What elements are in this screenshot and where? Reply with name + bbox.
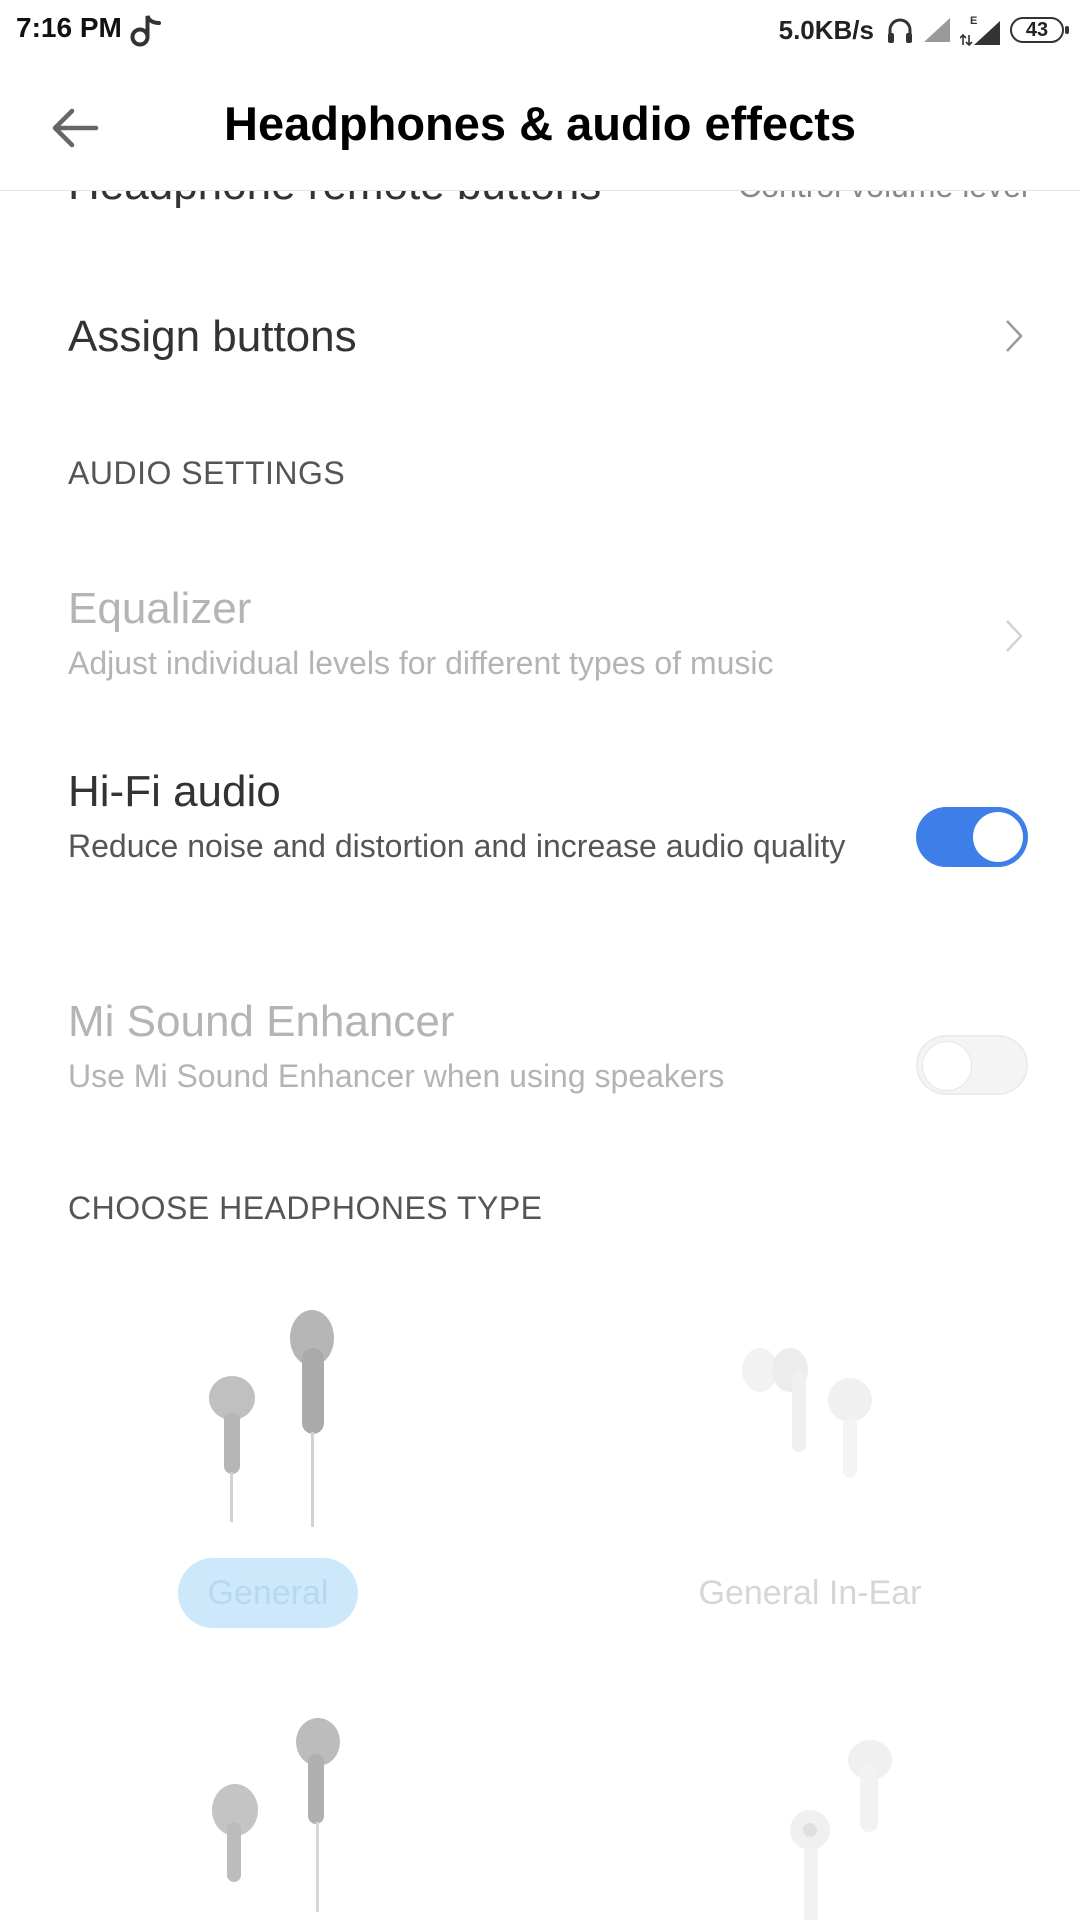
settings-list[interactable]: Headphone remote buttons Control volume … xyxy=(0,190,1080,1920)
earbuds-image xyxy=(209,1310,334,1527)
toggle-knob xyxy=(973,812,1023,862)
mi-sound-enhancer-toggle[interactable] xyxy=(916,1035,1028,1095)
app-header: Headphones & audio effects xyxy=(0,64,1080,191)
page-title: Headphones & audio effects xyxy=(224,97,856,150)
row-description: Adjust individual levels for different t… xyxy=(68,645,774,681)
signal-e-icon: E xyxy=(960,15,1000,47)
headphones-icon xyxy=(888,18,912,43)
in-ear-earbuds-image xyxy=(742,1348,872,1478)
status-bar: 7:16 PM 5.0KB/s E 43 xyxy=(0,0,1080,64)
row-label: Equalizer xyxy=(68,584,252,633)
row-description: Reduce noise and distortion and increase… xyxy=(68,828,846,864)
screen: 7:16 PM 5.0KB/s E 43 Headphones & audio … xyxy=(0,0,1080,1920)
row-value: Control volume level xyxy=(738,190,1028,205)
row-label: Assign buttons xyxy=(68,312,357,361)
tiktok-icon xyxy=(130,15,161,47)
headphones-type-header: CHOOSE HEADPHONES TYPE xyxy=(68,1190,543,1226)
headphone-option-general[interactable]: General xyxy=(140,1300,400,1912)
headphone-type-label: General xyxy=(178,1558,358,1628)
network-speed: 5.0KB/s xyxy=(778,14,874,45)
status-time: 7:16 PM xyxy=(16,12,122,43)
toggle-knob xyxy=(922,1041,972,1091)
row-label: Headphone remote buttons xyxy=(68,190,601,210)
svg-text:E: E xyxy=(970,15,977,27)
headphone-option-general-in-ear[interactable]: General In-Ear xyxy=(660,1300,960,1920)
hifi-audio-row[interactable]: Hi-Fi audio Reduce noise and distortion … xyxy=(0,755,1080,945)
earbuds-image xyxy=(212,1718,340,1912)
mi-sound-enhancer-row[interactable]: Mi Sound Enhancer Use Mi Sound Enhancer … xyxy=(0,983,1080,1143)
row-description: Use Mi Sound Enhancer when using speaker… xyxy=(68,1058,725,1094)
chevron-right-icon xyxy=(1006,620,1023,652)
chevron-right-icon xyxy=(1006,320,1023,352)
audio-settings-header: AUDIO SETTINGS xyxy=(68,455,346,491)
signal-icon xyxy=(924,18,950,42)
equalizer-row[interactable]: Equalizer Adjust individual levels for d… xyxy=(0,570,1080,720)
row-label: Mi Sound Enhancer xyxy=(68,997,455,1046)
headphone-type-label: General In-Ear xyxy=(698,1574,922,1612)
hifi-audio-toggle[interactable] xyxy=(916,807,1028,867)
headphone-remote-buttons-row[interactable]: Headphone remote buttons Control volume … xyxy=(0,190,1080,250)
battery-icon: 43 xyxy=(1010,17,1069,43)
row-label: Hi-Fi audio xyxy=(68,767,281,816)
assign-buttons-row[interactable]: Assign buttons xyxy=(0,280,1080,400)
status-indicators: 5.0KB/s E 43 xyxy=(778,10,1069,50)
in-ear-earbuds-image xyxy=(790,1740,892,1920)
